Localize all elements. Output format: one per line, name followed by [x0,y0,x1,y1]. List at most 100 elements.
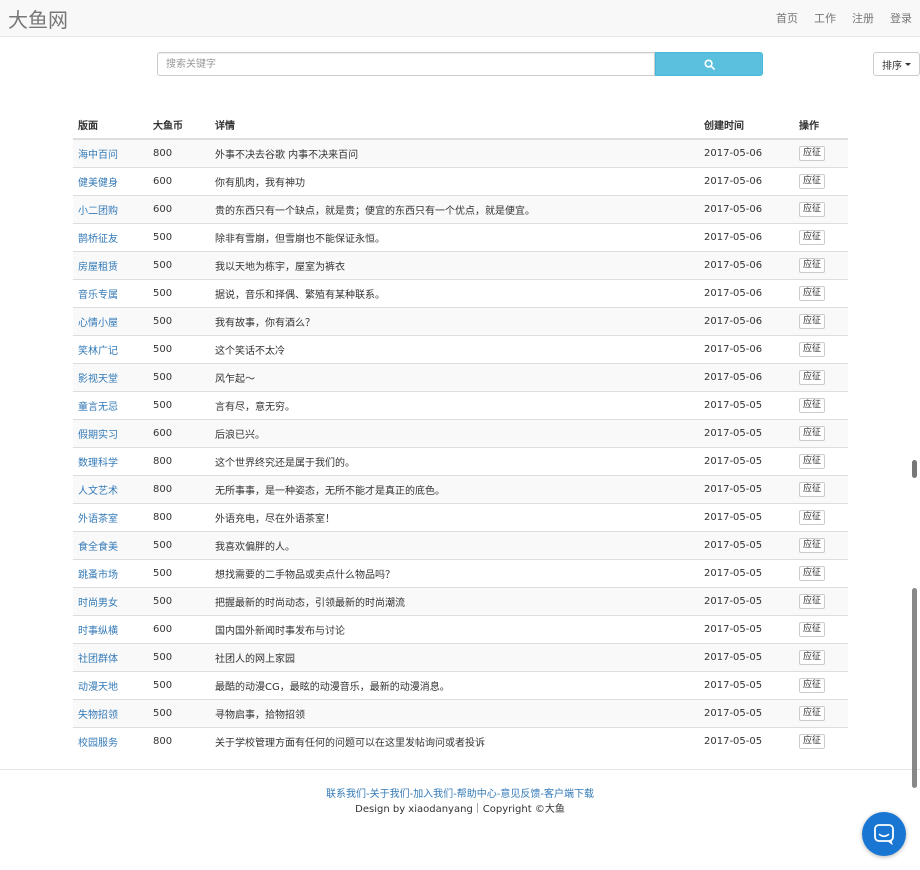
board-link[interactable]: 失物招领 [78,710,118,721]
footer-links: 联系我们-关于我们-加入我们-帮助中心-意见反馈-客户端下载 [0,785,920,800]
apply-button[interactable]: 应征 [799,565,826,581]
apply-button[interactable]: 应征 [799,369,826,385]
action-cell: 应征 [794,642,848,671]
table-row: 海中百问 800 外事不决去谷歌 内事不决来百问 2017-05-06 应征 [73,138,848,167]
board-link[interactable]: 时事纵横 [78,626,118,637]
board-cell: 数理科学 [73,446,148,475]
date-cell: 2017-05-05 [699,390,794,419]
board-link[interactable]: 食全食美 [78,542,118,553]
detail-cell: 这个笑话不太冷 [210,334,699,363]
date-cell: 2017-05-05 [699,418,794,447]
date-cell: 2017-05-06 [699,222,794,251]
board-link[interactable]: 外语茶室 [78,514,118,525]
board-link[interactable]: 笑林广记 [78,346,118,357]
date-cell: 2017-05-05 [699,502,794,531]
detail-cell: 言有尽，意无穷。 [210,390,699,419]
date-cell: 2017-05-05 [699,642,794,671]
coins-cell: 500 [148,670,210,699]
board-link[interactable]: 跳蚤市场 [78,570,118,581]
nav-jobs[interactable]: 工作 [806,0,844,37]
action-cell: 应征 [794,474,848,503]
board-link[interactable]: 动漫天地 [78,682,118,693]
table-row: 影视天堂 500 风乍起～ 2017-05-06 应征 [73,362,848,391]
date-cell: 2017-05-05 [699,558,794,587]
coins-cell: 500 [148,530,210,559]
apply-button[interactable]: 应征 [799,649,826,665]
date-cell: 2017-05-06 [699,362,794,391]
coins-cell: 800 [148,502,210,531]
board-link[interactable]: 影视天堂 [78,374,118,385]
header-coins: 大鱼币 [148,111,210,140]
board-link[interactable]: 数理科学 [78,458,118,469]
detail-cell: 后浪已兴。 [210,418,699,447]
scrollbar-thumb[interactable] [912,460,917,478]
board-link[interactable]: 音乐专属 [78,290,118,301]
site-brand[interactable]: 大鱼网 [8,4,68,33]
footer-link[interactable]: 帮助中心 [457,789,497,800]
board-link[interactable]: 健美健身 [78,178,118,189]
apply-button[interactable]: 应征 [799,425,826,441]
coins-cell: 600 [148,614,210,643]
apply-button[interactable]: 应征 [799,677,826,693]
coins-cell: 500 [148,698,210,727]
board-link[interactable]: 海中百问 [78,150,118,161]
apply-button[interactable]: 应征 [799,733,826,749]
apply-button[interactable]: 应征 [799,341,826,357]
board-link[interactable]: 房屋租赁 [78,262,118,273]
nav-home[interactable]: 首页 [768,0,806,37]
detail-cell: 外事不决去谷歌 内事不决来百问 [210,138,699,167]
board-link[interactable]: 校园服务 [78,738,118,749]
footer-link[interactable]: 加入我们 [413,789,453,800]
search-button[interactable] [655,52,763,76]
apply-button[interactable]: 应征 [799,257,826,273]
apply-button[interactable]: 应征 [799,313,826,329]
apply-button[interactable]: 应征 [799,201,826,217]
board-cell: 跳蚤市场 [73,558,148,587]
chat-button[interactable] [862,812,906,856]
coins-cell: 500 [148,222,210,251]
board-link[interactable]: 社团群体 [78,654,118,665]
apply-button[interactable]: 应征 [799,229,826,245]
search-input[interactable] [157,52,655,76]
action-cell: 应征 [794,530,848,559]
coins-cell: 800 [148,726,210,755]
detail-cell: 这个世界终究还是属于我们的。 [210,446,699,475]
board-cell: 心情小屋 [73,306,148,335]
apply-button[interactable]: 应征 [799,621,826,637]
apply-button[interactable]: 应征 [799,397,826,413]
board-link[interactable]: 心情小屋 [78,318,118,329]
board-link[interactable]: 童言无忌 [78,402,118,413]
footer-link[interactable]: 客户端下载 [544,789,594,800]
board-link[interactable]: 时尚男女 [78,598,118,609]
nav-login[interactable]: 登录 [882,0,920,37]
apply-button[interactable]: 应征 [799,285,826,301]
board-link[interactable]: 假期实习 [78,430,118,441]
table-row: 数理科学 800 这个世界终究还是属于我们的。 2017-05-05 应征 [73,446,848,475]
navbar: 大鱼网 首页 工作 注册 登录 [0,0,920,37]
action-cell: 应征 [794,698,848,727]
board-link[interactable]: 鹊桥征友 [78,234,118,245]
sort-dropdown-button[interactable]: 排序 [873,52,920,76]
apply-button[interactable]: 应征 [799,705,826,721]
action-cell: 应征 [794,334,848,363]
apply-button[interactable]: 应征 [799,593,826,609]
footer-link[interactable]: 联系我们 [326,789,366,800]
board-cell: 失物招领 [73,698,148,727]
apply-button[interactable]: 应征 [799,453,826,469]
apply-button[interactable]: 应征 [799,481,826,497]
date-cell: 2017-05-06 [699,250,794,279]
apply-button[interactable]: 应征 [799,173,826,189]
nav-register[interactable]: 注册 [844,0,882,37]
apply-button[interactable]: 应征 [799,145,826,161]
apply-button[interactable]: 应征 [799,537,826,553]
board-link[interactable]: 人文艺术 [78,486,118,497]
detail-cell: 寻物启事，拾物招领 [210,698,699,727]
scrollbar-track[interactable] [912,588,917,788]
action-cell: 应征 [794,670,848,699]
footer: 联系我们-关于我们-加入我们-帮助中心-意见反馈-客户端下载 Design by… [0,769,920,870]
footer-link[interactable]: 意见反馈 [500,789,540,800]
sort-label: 排序 [882,60,902,72]
board-link[interactable]: 小二团购 [78,206,118,217]
apply-button[interactable]: 应征 [799,509,826,525]
footer-link[interactable]: 关于我们 [370,789,410,800]
